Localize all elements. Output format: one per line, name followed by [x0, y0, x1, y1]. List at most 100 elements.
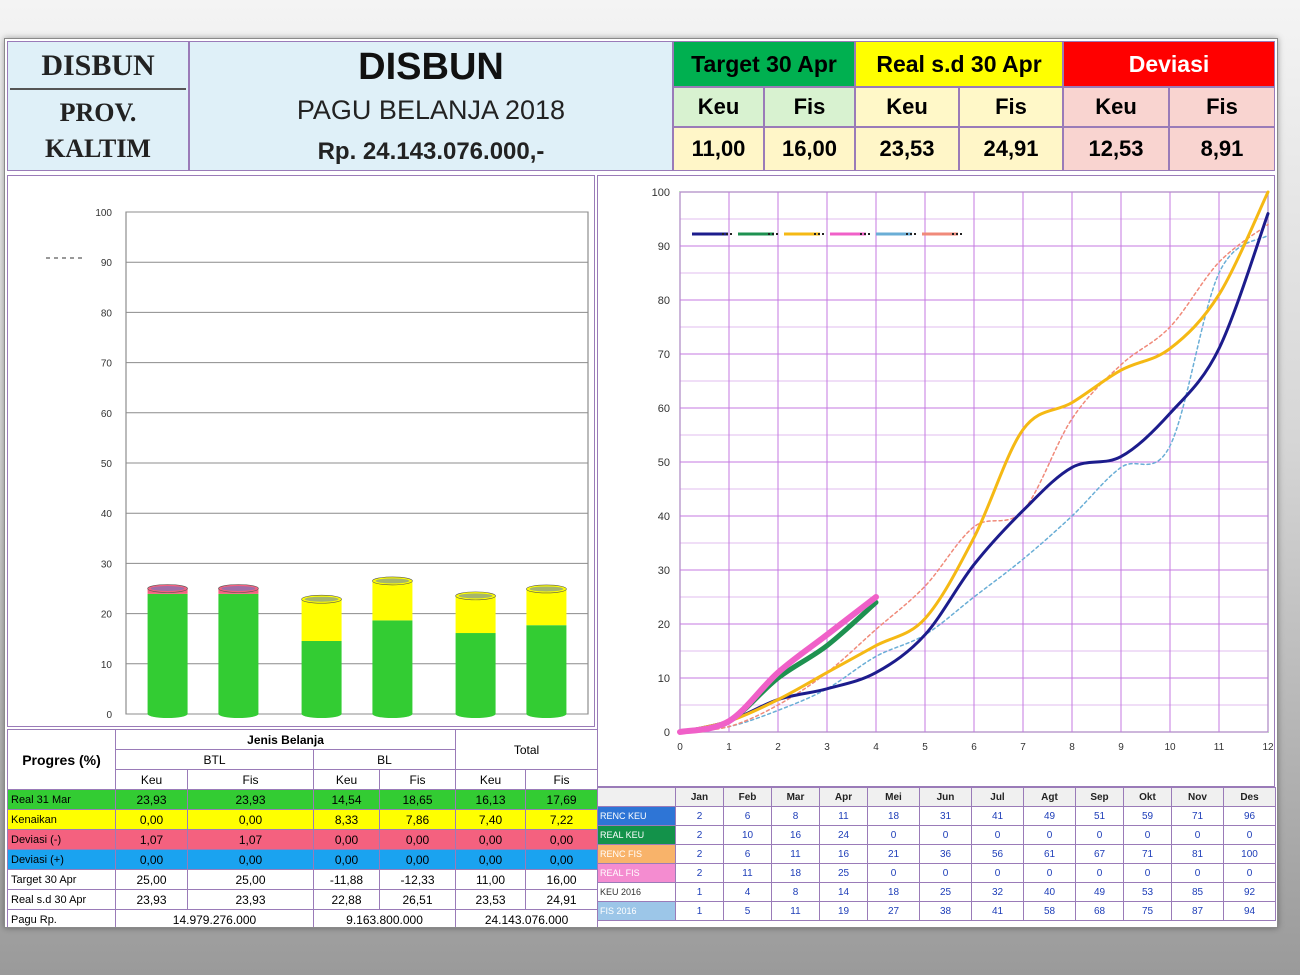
progress-cell: 16,13 [455, 789, 527, 810]
bar-base [301, 710, 342, 718]
col-header: Fis [378, 769, 457, 790]
y-tick-label: 20 [658, 619, 670, 631]
total-header: Total [455, 729, 599, 770]
monthly-cell: 0 [1223, 825, 1276, 845]
progress-cell: 1,07 [115, 829, 188, 850]
x-tick-label: 2 [775, 742, 781, 753]
progress-cell: 23,93 [115, 889, 188, 910]
monthly-cell: 2 [675, 863, 724, 883]
x-tick-label: 8 [1069, 742, 1075, 753]
monthly-cell: 6 [723, 844, 772, 864]
monthly-cell: 38 [919, 901, 972, 921]
monthly-cell: 49 [1023, 806, 1076, 826]
monthly-row: FIS 2016 1 5 11 19 27 38 41 58 68 75 87 94 [597, 901, 1276, 921]
monthly-cell: 0 [1075, 863, 1124, 883]
org-region: KALTIM [45, 134, 151, 163]
progress-cell: 7,40 [455, 809, 527, 830]
monthly-cell: 59 [1123, 806, 1172, 826]
monthly-cell: 81 [1171, 844, 1224, 864]
progress-cell: 0,00 [378, 849, 457, 870]
monthly-cell: 14 [819, 882, 868, 902]
group-title: Target 30 Apr [673, 41, 855, 87]
bar-top-inner [304, 596, 339, 602]
page-title: DISBUN [358, 45, 504, 88]
progress-cell: 1,07 [187, 829, 314, 850]
progress-cell: 0,00 [455, 829, 527, 850]
row-label: KEU 2016 [597, 882, 676, 902]
monthly-cell: 21 [867, 844, 920, 864]
x-tick-label: 1 [726, 742, 732, 753]
header-divider [10, 88, 186, 90]
bar-segment [147, 593, 188, 714]
row-label: Real 31 Mar [7, 789, 116, 810]
bar-segment [526, 588, 567, 626]
month-header: Jul [971, 787, 1024, 807]
progress-cell: 0,00 [187, 849, 314, 870]
fis-value: 24,91 [959, 127, 1063, 171]
row-label: Deviasi (+) [7, 849, 116, 870]
x-tick-label: 12 [1262, 742, 1274, 753]
monthly-cell: 0 [971, 863, 1024, 883]
monthly-cell: 75 [1123, 901, 1172, 921]
y-tick-label: 20 [101, 610, 113, 621]
progress-row: Real s.d 30 Apr 23,93 23,93 22,88 26,51 23,53… [7, 889, 599, 910]
col-header: Keu [455, 769, 527, 790]
monthly-cell: 27 [867, 901, 920, 921]
monthly-cell: 0 [1223, 863, 1276, 883]
monthly-cell: 16 [771, 825, 820, 845]
monthly-cell: 71 [1171, 806, 1224, 826]
monthly-cell: 0 [971, 825, 1024, 845]
progress-cell: 22,88 [313, 889, 380, 910]
y-tick-label: 60 [101, 409, 113, 420]
progress-cell: 11,00 [455, 869, 527, 890]
monthly-cell: 0 [867, 825, 920, 845]
progress-cell: 23,53 [455, 889, 527, 910]
y-tick-label: 30 [658, 565, 670, 577]
progress-cell: 17,69 [525, 789, 599, 810]
btl-header: BTL [115, 749, 314, 770]
monthly-cell: 58 [1023, 901, 1076, 921]
row-label: Kenaikan [7, 809, 116, 830]
progress-corner-label: Progres (%) [7, 729, 116, 790]
x-tick-label: 7 [1020, 742, 1026, 753]
month-header: Des [1223, 787, 1276, 807]
y-tick-label: 30 [101, 559, 113, 570]
y-tick-label: 70 [658, 349, 670, 361]
monthly-cell: 41 [971, 901, 1024, 921]
month-header: Feb [723, 787, 772, 807]
x-tick-label: 4 [873, 742, 879, 753]
monthly-cell: 87 [1171, 901, 1224, 921]
progress-cell: 23,93 [115, 789, 188, 810]
progress-cell: -12,33 [378, 869, 457, 890]
monthly-cell: 11 [819, 806, 868, 826]
monthly-row: RENC FIS 2 6 11 16 21 36 56 61 67 71 81 100 [597, 844, 1276, 864]
progress-row: Target 30 Apr 25,00 25,00 -11,88 -12,33 11,00… [7, 869, 599, 890]
y-tick-label: 80 [658, 295, 670, 307]
monthly-cell: 1 [675, 901, 724, 921]
y-tick-label: 60 [658, 403, 670, 415]
page-subtitle: PAGU BELANJA 2018 [296, 94, 566, 125]
x-tick-label: 0 [677, 742, 683, 753]
budget-amount: Rp. 24.143.076.000,- [317, 138, 545, 165]
monthly-cell: 11 [771, 901, 820, 921]
header-group-target: Target 30 Apr Keu Fis 11,00 16,00 [673, 41, 855, 171]
progress-cell: 0,00 [378, 829, 457, 850]
monthly-cell: 5 [723, 901, 772, 921]
monthly-cell: 4 [723, 882, 772, 902]
keu-value: 11,00 [673, 127, 764, 171]
progress-cell: -11,88 [313, 869, 380, 890]
pagu-bl: 9.163.800.000 [312, 909, 457, 927]
monthly-row: RENC KEU 2 6 8 11 18 31 41 49 51 59 71 96 [597, 806, 1276, 826]
y-tick-label: 90 [658, 241, 670, 253]
progress-row: Deviasi (-) 1,07 1,07 0,00 0,00 0,00 0,00 [7, 829, 599, 850]
bar-top-inner [221, 586, 256, 591]
month-header: Jan [675, 787, 724, 807]
progress-cell: 25,00 [187, 869, 314, 890]
y-tick-label: 90 [101, 258, 113, 269]
monthly-row: REAL FIS 2 11 18 25 0 0 0 0 0 0 0 0 [597, 863, 1276, 883]
col-header: Keu [115, 769, 188, 790]
monthly-cell: 61 [1023, 844, 1076, 864]
progress-cell: 0,00 [455, 849, 527, 870]
row-label: Deviasi (-) [7, 829, 116, 850]
monthly-cell: 0 [1023, 863, 1076, 883]
